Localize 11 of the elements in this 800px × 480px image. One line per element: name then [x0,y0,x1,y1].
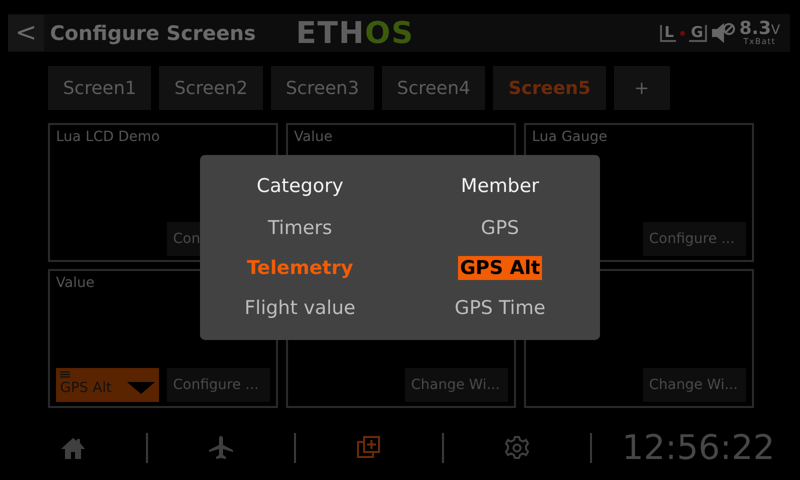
battery-label: TxBatt [743,38,776,46]
logic-switch-indicator: L [660,24,676,42]
battery-voltage: 8.3V [739,20,780,38]
screen-title: Configure Screens [50,21,256,45]
widget-title: Lua LCD Demo [56,129,160,145]
clock: 12:56:22 [622,428,775,468]
widget-title: Lua Gauge [532,129,608,145]
widget-title: Value [294,129,332,145]
widget-title: Value [56,275,94,291]
logo: ETHOS [296,16,414,50]
gyro-indicator: G [688,24,708,42]
